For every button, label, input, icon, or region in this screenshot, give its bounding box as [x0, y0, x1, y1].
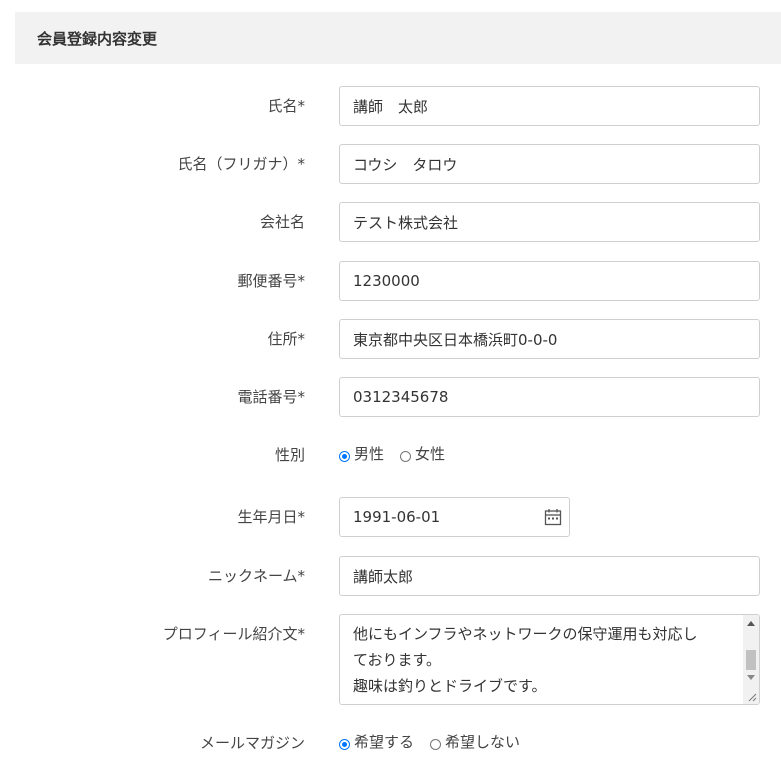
- zip-label: 郵便番号*: [237, 272, 305, 290]
- name-kana-label: 氏名（フリガナ）*: [177, 155, 305, 173]
- newsletter-radio-group: 希望する 希望しない: [339, 731, 530, 752]
- form-header: 会員登録内容変更: [15, 12, 781, 64]
- zip-field[interactable]: [339, 261, 760, 301]
- newsletter-yes-label: 希望する: [354, 733, 415, 751]
- resize-handle-icon[interactable]: [747, 692, 757, 702]
- newsletter-no-radio[interactable]: [430, 739, 442, 750]
- company-field[interactable]: [339, 202, 760, 242]
- birthday-field[interactable]: [339, 497, 570, 537]
- name-field[interactable]: [339, 86, 760, 126]
- calendar-icon[interactable]: [544, 508, 562, 526]
- newsletter-option-yes[interactable]: 希望する: [339, 731, 414, 752]
- gender-female-radio[interactable]: [400, 451, 412, 462]
- newsletter-label: メールマガジン: [199, 734, 305, 752]
- profile-textarea[interactable]: 他にもインフラやネットワークの保守運用も対応し ております。 趣味は釣りとドライ…: [339, 614, 760, 705]
- profile-text: 他にもインフラやネットワークの保守運用も対応し ております。 趣味は釣りとドライ…: [353, 625, 698, 695]
- gender-option-female[interactable]: 女性: [400, 443, 445, 464]
- phone-label: 電話番号*: [237, 388, 305, 406]
- address-label: 住所*: [267, 330, 305, 348]
- name-kana-field[interactable]: [339, 144, 760, 184]
- company-label: 会社名: [259, 213, 305, 231]
- address-field[interactable]: [339, 319, 760, 359]
- scroll-down-icon[interactable]: [747, 675, 755, 680]
- page-title: 会員登録内容変更: [37, 29, 158, 48]
- gender-radio-group: 男性 女性: [339, 443, 455, 464]
- birthday-label: 生年月日*: [237, 508, 305, 526]
- gender-male-label: 男性: [354, 445, 385, 463]
- profile-scrollbar[interactable]: [743, 615, 759, 704]
- newsletter-no-label: 希望しない: [445, 733, 521, 751]
- gender-female-label: 女性: [415, 445, 446, 463]
- name-label: 氏名*: [267, 97, 305, 115]
- newsletter-option-no[interactable]: 希望しない: [430, 731, 520, 752]
- newsletter-yes-radio[interactable]: [339, 739, 350, 750]
- profile-label: プロフィール紹介文*: [162, 625, 305, 643]
- nickname-label: ニックネーム*: [207, 567, 305, 585]
- gender-label: 性別: [274, 446, 305, 464]
- scroll-thumb[interactable]: [746, 650, 756, 670]
- gender-option-male[interactable]: 男性: [339, 443, 384, 464]
- phone-field[interactable]: [339, 377, 760, 417]
- gender-male-radio[interactable]: [339, 451, 350, 462]
- scroll-up-icon[interactable]: [747, 621, 755, 626]
- nickname-field[interactable]: [339, 556, 760, 596]
